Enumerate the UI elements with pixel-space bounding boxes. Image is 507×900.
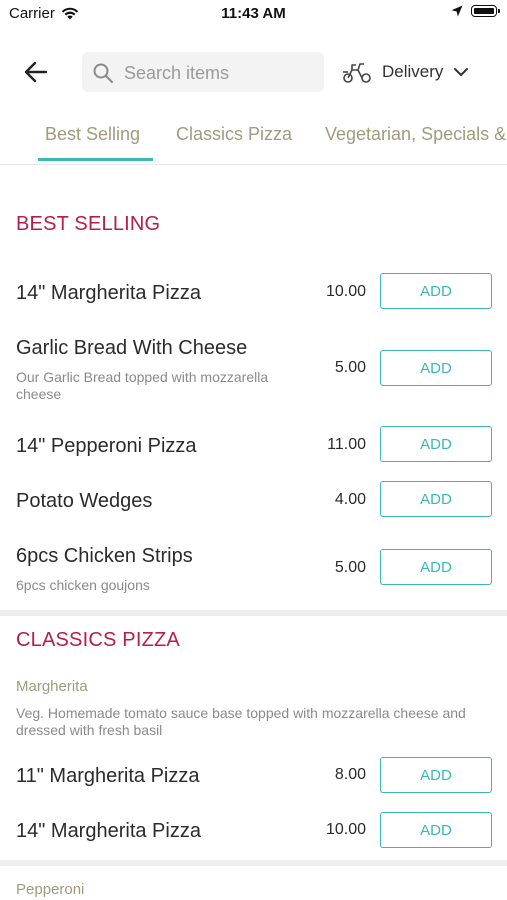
add-button[interactable]: ADD bbox=[380, 481, 492, 517]
tab-classics-pizza[interactable]: Classics Pizza bbox=[176, 124, 292, 145]
chevron-down-icon bbox=[454, 68, 469, 76]
status-bar: Carrier 11:43 AM bbox=[0, 0, 507, 30]
add-button[interactable]: ADD bbox=[380, 757, 492, 793]
item-name: 14" Pepperoni Pizza bbox=[16, 435, 197, 457]
item-name: 14" Margherita Pizza bbox=[16, 282, 201, 304]
search-box[interactable] bbox=[82, 52, 324, 94]
section-title-classics-pizza: CLASSICS PIZZA bbox=[16, 629, 180, 651]
section-title-best-selling: BEST SELLING bbox=[16, 213, 161, 235]
status-right bbox=[451, 5, 500, 17]
top-bar: Delivery bbox=[0, 44, 507, 100]
item-price: 5.00 bbox=[334, 559, 366, 576]
item-price: 11.00 bbox=[327, 436, 366, 453]
delivery-selector[interactable]: Delivery bbox=[342, 56, 469, 88]
add-button[interactable]: ADD bbox=[380, 812, 492, 848]
add-button[interactable]: ADD bbox=[380, 426, 492, 462]
back-arrow-icon bbox=[24, 61, 48, 83]
tab-vegetarian-specials[interactable]: Vegetarian, Specials & bbox=[325, 124, 506, 145]
item-price: 10.00 bbox=[325, 821, 366, 838]
search-icon bbox=[93, 63, 113, 83]
item-price: 8.00 bbox=[334, 766, 366, 783]
location-arrow-icon bbox=[451, 5, 463, 17]
add-button[interactable]: ADD bbox=[380, 273, 492, 309]
subcategory-description: Veg. Homemade tomato sauce base topped w… bbox=[16, 705, 466, 738]
item-name: 11" Margherita Pizza bbox=[16, 765, 200, 787]
category-tabs: Best Selling Classics Pizza Vegetarian, … bbox=[0, 112, 507, 165]
tab-best-selling[interactable]: Best Selling bbox=[45, 124, 140, 145]
delivery-label: Delivery bbox=[382, 62, 444, 81]
subcategory-title: Pepperoni bbox=[16, 881, 85, 898]
item-price: 4.00 bbox=[334, 491, 366, 508]
item-name: 6pcs Chicken Strips bbox=[16, 545, 193, 567]
back-button[interactable] bbox=[22, 58, 52, 86]
item-name: 14" Margherita Pizza bbox=[16, 820, 201, 842]
active-tab-indicator bbox=[38, 158, 153, 161]
status-time: 11:43 AM bbox=[221, 5, 286, 22]
item-description: Our Garlic Bread topped with mozzarella … bbox=[16, 369, 269, 402]
subcategory-title: Margherita bbox=[16, 678, 88, 695]
battery-icon bbox=[471, 5, 500, 17]
delivery-scooter-icon bbox=[343, 63, 371, 83]
item-price: 10.00 bbox=[325, 283, 366, 300]
section-divider bbox=[0, 610, 507, 616]
item-name: Garlic Bread With Cheese bbox=[16, 337, 248, 359]
section-divider bbox=[0, 860, 507, 866]
add-button[interactable]: ADD bbox=[380, 549, 492, 585]
item-description: 6pcs chicken goujons bbox=[16, 577, 150, 593]
item-price: 5.00 bbox=[334, 359, 366, 376]
add-button[interactable]: ADD bbox=[380, 350, 492, 386]
search-input[interactable] bbox=[122, 52, 316, 94]
item-name: Potato Wedges bbox=[16, 490, 153, 512]
